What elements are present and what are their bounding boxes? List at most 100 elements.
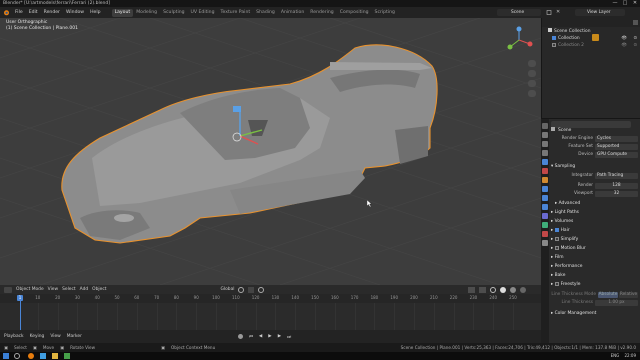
jump-end-icon[interactable]: ⏭ bbox=[287, 334, 291, 340]
search-icon[interactable] bbox=[14, 353, 20, 359]
jump-start-icon[interactable]: ⏮ bbox=[249, 334, 253, 340]
film-panel[interactable]: ▸ Film bbox=[551, 254, 564, 262]
editor-type-icon[interactable] bbox=[4, 286, 12, 293]
menu-keying[interactable]: Keying bbox=[30, 334, 45, 339]
snap-icon[interactable] bbox=[248, 286, 255, 293]
tab-shading[interactable]: Shading bbox=[253, 9, 278, 17]
scene-selector[interactable]: Scene bbox=[497, 9, 541, 16]
menu-edit[interactable]: Edit bbox=[26, 7, 41, 18]
volumes-panel[interactable]: ▸ Volumes bbox=[551, 218, 573, 226]
tab-compositing[interactable]: Compositing bbox=[337, 9, 372, 17]
menu-select[interactable]: Select bbox=[62, 287, 76, 292]
freestyle-checkbox[interactable] bbox=[554, 281, 559, 286]
menu-playback[interactable]: Playback bbox=[4, 334, 24, 339]
visibility-eye-icon[interactable]: 👁 bbox=[621, 35, 627, 42]
tab-rendering[interactable]: Rendering bbox=[307, 9, 336, 17]
shading-solid-icon[interactable] bbox=[500, 286, 507, 293]
menu-help[interactable]: Help bbox=[87, 7, 103, 18]
mode-dropdown[interactable]: Object Mode bbox=[16, 287, 44, 292]
tab-sculpting[interactable]: Sculpting bbox=[160, 9, 187, 17]
device-dropdown[interactable]: GPU Compute bbox=[595, 152, 638, 158]
tool-tab-icon[interactable] bbox=[542, 123, 548, 129]
hair-checkbox[interactable] bbox=[554, 227, 559, 232]
overlays-icon[interactable] bbox=[468, 286, 476, 293]
language-indicator[interactable]: ENG bbox=[611, 353, 620, 358]
material-tab-icon[interactable] bbox=[542, 231, 548, 237]
zoom-icon[interactable] bbox=[528, 60, 536, 67]
line-thickness-field[interactable]: 1.00 px bbox=[595, 300, 638, 306]
menu-marker[interactable]: Marker bbox=[67, 334, 82, 339]
timeline-area[interactable] bbox=[0, 303, 541, 330]
tab-layout[interactable]: Layout bbox=[111, 8, 134, 17]
minimize-button[interactable]: — bbox=[610, 0, 620, 7]
shading-material-icon[interactable] bbox=[510, 286, 517, 293]
camera-render-icon[interactable]: ⊙ bbox=[633, 42, 637, 49]
render-samples-field[interactable]: 128 bbox=[595, 183, 638, 189]
outliner-filter-icon[interactable] bbox=[633, 20, 638, 25]
relative-option[interactable]: Relative bbox=[619, 292, 638, 298]
xray-icon[interactable] bbox=[479, 286, 487, 293]
simplify-checkbox[interactable] bbox=[554, 236, 559, 241]
taskbar-app-icon[interactable] bbox=[40, 353, 46, 359]
pivot-icon[interactable] bbox=[238, 286, 245, 293]
feature-set-dropdown[interactable]: Supported bbox=[595, 144, 638, 150]
particles-tab-icon[interactable] bbox=[542, 195, 548, 201]
menu-view[interactable]: View bbox=[48, 287, 58, 292]
scene-tab-icon[interactable] bbox=[542, 159, 548, 165]
outliner[interactable]: Scene Collection Collection 👁 ⊙ Collecti… bbox=[541, 18, 640, 118]
bake-panel[interactable]: ▸ Bake bbox=[551, 272, 565, 280]
navigation-gizmo[interactable] bbox=[504, 25, 534, 55]
record-icon[interactable] bbox=[237, 334, 243, 339]
light-paths-panel[interactable]: ▸ Light Paths bbox=[551, 209, 579, 217]
texture-tab-icon[interactable] bbox=[542, 240, 548, 246]
3d-viewport[interactable]: User Orthographic (1) Scene Collection |… bbox=[0, 18, 541, 285]
taskbar-app-icon[interactable] bbox=[52, 353, 58, 359]
proportional-edit-icon[interactable] bbox=[258, 286, 265, 293]
start-icon[interactable] bbox=[3, 353, 9, 359]
motion-blur-checkbox[interactable] bbox=[554, 245, 559, 250]
visibility-eye-icon[interactable]: 👁 bbox=[621, 42, 627, 49]
camera-render-icon[interactable]: ⊙ bbox=[633, 35, 637, 42]
object-tab-icon[interactable] bbox=[542, 177, 548, 183]
outliner-row-scene-collection[interactable]: Scene Collection bbox=[542, 28, 640, 35]
viewport-samples-field[interactable]: 32 bbox=[595, 191, 638, 197]
view-layer-tab-icon[interactable] bbox=[542, 150, 548, 156]
outliner-row-collection[interactable]: Collection 👁 ⊙ bbox=[542, 35, 640, 42]
render-engine-dropdown[interactable]: Cycles bbox=[595, 136, 638, 142]
simplify-panel[interactable]: ▸ Simplify bbox=[551, 236, 578, 244]
sampling-panel-header[interactable]: ▾ Sampling bbox=[551, 163, 575, 171]
tab-texture-paint[interactable]: Texture Paint bbox=[218, 9, 254, 17]
menu-add[interactable]: Add bbox=[80, 287, 89, 292]
taskbar-app-icon[interactable] bbox=[28, 353, 34, 359]
physics-tab-icon[interactable] bbox=[542, 204, 548, 210]
outliner-row-collection-2[interactable]: Collection 2 👁 ⊙ bbox=[542, 42, 640, 49]
timeline-ruler[interactable]: 10 20 30 40 50 60 70 80 90 100 110 120 130 140 150 160 1… bbox=[0, 294, 541, 303]
data-tab-icon[interactable] bbox=[542, 222, 548, 228]
playhead[interactable]: 1 bbox=[17, 294, 23, 330]
menu-view-timeline[interactable]: View bbox=[50, 334, 60, 339]
menu-render[interactable]: Render bbox=[41, 7, 63, 18]
exclude-checkbox[interactable] bbox=[552, 35, 556, 40]
taskbar-app-icon[interactable] bbox=[64, 353, 70, 359]
prev-key-icon[interactable]: ◀ bbox=[259, 334, 262, 339]
shading-wireframe-icon[interactable] bbox=[490, 286, 497, 293]
perspective-toggle-icon[interactable] bbox=[528, 90, 536, 97]
next-key-icon[interactable]: ▶ bbox=[278, 334, 281, 339]
maximize-button[interactable]: □ bbox=[620, 0, 630, 7]
play-icon[interactable]: ▶ bbox=[268, 334, 271, 339]
viewport-canvas[interactable] bbox=[0, 18, 541, 285]
motion-blur-panel[interactable]: ▸ Motion Blur bbox=[551, 245, 586, 253]
modifiers-tab-icon[interactable] bbox=[542, 186, 548, 192]
freestyle-panel[interactable]: ▸ Freestyle bbox=[551, 281, 580, 289]
render-tab-icon[interactable] bbox=[542, 132, 548, 138]
menu-window[interactable]: Window bbox=[63, 7, 87, 18]
advanced-subpanel[interactable]: ▸ Advanced bbox=[555, 200, 580, 208]
blender-logo-icon[interactable] bbox=[2, 9, 10, 16]
copy-scene-icon[interactable] bbox=[546, 9, 553, 16]
shading-rendered-icon[interactable] bbox=[520, 286, 527, 293]
integrator-dropdown[interactable]: Path Tracing bbox=[595, 173, 638, 179]
tab-uv-editing[interactable]: UV Editing bbox=[188, 9, 218, 17]
tab-animation[interactable]: Animation bbox=[278, 9, 307, 17]
view-layer-selector[interactable]: View Layer bbox=[575, 9, 625, 16]
pan-icon[interactable] bbox=[528, 70, 536, 77]
